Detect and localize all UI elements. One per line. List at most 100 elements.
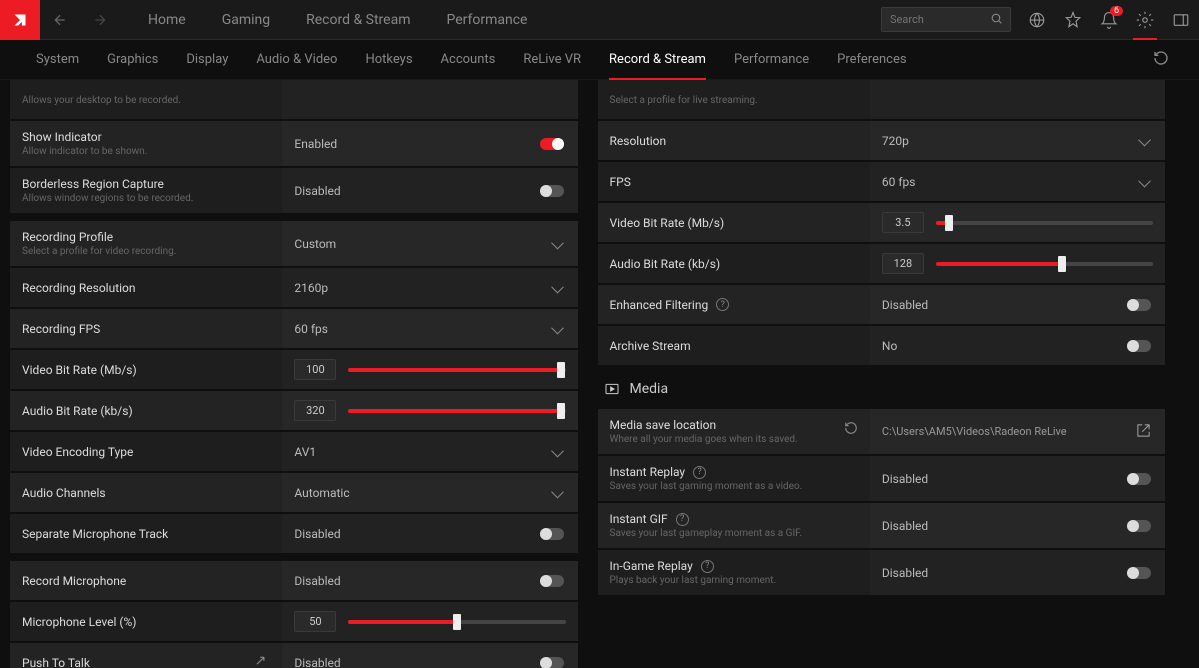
slider-stream-vbr[interactable] xyxy=(936,221,1153,225)
slider-stream-abr[interactable] xyxy=(936,262,1153,266)
row-instant-replay: Instant Replay? Saves your last gaming m… xyxy=(598,456,1166,501)
row-audio-channels: Audio Channels Automatic xyxy=(10,473,578,512)
back-button[interactable] xyxy=(40,0,80,40)
label-desc: Allow indicator to be shown. xyxy=(22,146,270,157)
tab-performance[interactable]: Performance xyxy=(720,40,823,80)
tab-relive-vr[interactable]: ReLive VR xyxy=(509,40,595,80)
tab-system[interactable]: System xyxy=(22,40,93,80)
web-icon[interactable] xyxy=(1019,0,1055,40)
toggle-borderless[interactable] xyxy=(540,185,564,197)
value-text: Disabled xyxy=(882,298,928,312)
toggle-instant-replay[interactable] xyxy=(1127,473,1151,485)
row-stream-profile-partial: Select a profile for live streaming. xyxy=(598,80,1166,119)
toggle-enhanced-filtering[interactable] xyxy=(1127,299,1151,311)
section-title: Media xyxy=(630,381,669,397)
toggle-record-mic[interactable] xyxy=(540,575,564,587)
row-mic-level: Microphone Level (%) xyxy=(10,602,578,641)
undo-icon[interactable] xyxy=(844,421,858,438)
reset-icon[interactable] xyxy=(1145,50,1177,69)
tab-preferences[interactable]: Preferences xyxy=(823,40,920,80)
top-nav: Home Gaming Record & Stream Performance xyxy=(132,0,543,40)
tab-audio-video[interactable]: Audio & Video xyxy=(242,40,351,80)
tab-record-stream[interactable]: Record & Stream xyxy=(595,40,720,80)
select-stream-fps[interactable]: 60 fps xyxy=(870,162,1165,201)
label-title: Audio Bit Rate (kb/s) xyxy=(22,404,270,418)
row-desktop-partial: Allows your desktop to be recorded. xyxy=(10,80,578,119)
topbar: Home Gaming Record & Stream Performance … xyxy=(0,0,1199,40)
label-title: In-Game Replay xyxy=(610,559,693,573)
label-desc: Select a profile for video recording. xyxy=(22,246,270,257)
slider-video-bitrate[interactable] xyxy=(348,368,565,372)
row-recording-profile: Recording Profile Select a profile for v… xyxy=(10,221,578,266)
select-encoding-type[interactable]: AV1 xyxy=(282,432,577,471)
tab-display[interactable]: Display xyxy=(172,40,242,80)
toggle-archive-stream[interactable] xyxy=(1127,340,1151,352)
favorites-icon[interactable] xyxy=(1055,0,1091,40)
help-icon[interactable]: ? xyxy=(716,298,729,311)
tab-graphics[interactable]: Graphics xyxy=(93,40,172,80)
row-archive-stream: Archive Stream No xyxy=(598,326,1166,365)
toggle-ptt[interactable] xyxy=(540,657,564,668)
amd-logo[interactable] xyxy=(0,0,40,40)
input-audio-bitrate[interactable] xyxy=(294,400,336,421)
value-text: Disabled xyxy=(294,184,340,198)
input-stream-abr[interactable] xyxy=(882,253,924,274)
toggle-show-indicator[interactable] xyxy=(540,138,564,150)
label-title: Recording Resolution xyxy=(22,281,270,295)
label-title: Separate Microphone Track xyxy=(22,527,270,541)
value-text: Disabled xyxy=(882,472,928,486)
forward-button[interactable] xyxy=(80,0,120,40)
input-video-bitrate[interactable] xyxy=(294,359,336,380)
input-stream-vbr[interactable] xyxy=(882,212,924,233)
search-icon[interactable] xyxy=(990,12,1003,28)
row-stream-fps: FPS 60 fps xyxy=(598,162,1166,201)
label-title: Show Indicator xyxy=(22,130,270,144)
nav-record-stream[interactable]: Record & Stream xyxy=(290,0,426,40)
sub-nav: System Graphics Display Audio & Video Ho… xyxy=(0,40,1199,80)
select-recording-profile[interactable]: Custom xyxy=(282,221,577,266)
select-audio-channels[interactable]: Automatic xyxy=(282,473,577,512)
tab-accounts[interactable]: Accounts xyxy=(427,40,510,80)
input-mic-level[interactable] xyxy=(294,611,336,632)
select-recording-fps[interactable]: 60 fps xyxy=(282,309,577,348)
select-stream-resolution[interactable]: 720p xyxy=(870,121,1165,160)
help-icon[interactable]: ? xyxy=(693,466,706,479)
nav-gaming[interactable]: Gaming xyxy=(206,0,286,40)
help-icon[interactable]: ? xyxy=(676,513,689,526)
section-media: Media xyxy=(598,367,1166,409)
label-title: Audio Bit Rate (kb/s) xyxy=(610,257,858,271)
help-icon[interactable]: ? xyxy=(701,560,714,573)
search-box xyxy=(881,7,1011,32)
row-separate-mic: Separate Microphone Track Disabled xyxy=(10,514,578,553)
slider-mic-level[interactable] xyxy=(348,620,565,624)
slider-audio-bitrate[interactable] xyxy=(348,409,565,413)
window-controls-icon[interactable] xyxy=(1163,0,1199,40)
label-title: Push To Talk xyxy=(22,656,90,668)
tab-hotkeys[interactable]: Hotkeys xyxy=(351,40,426,80)
nav-performance[interactable]: Performance xyxy=(430,0,543,40)
browse-folder-icon[interactable] xyxy=(1136,423,1151,441)
label-desc: Select a profile for live streaming. xyxy=(610,95,858,106)
share-icon[interactable]: ↗ xyxy=(255,653,267,668)
label-title: Recording Profile xyxy=(22,230,270,244)
value-text: No xyxy=(882,339,897,353)
settings-icon[interactable] xyxy=(1127,0,1163,40)
row-stream-vbr: Video Bit Rate (Mb/s) xyxy=(598,203,1166,242)
value-text: Disabled xyxy=(294,527,340,541)
notifications-icon[interactable]: 6 xyxy=(1091,0,1127,40)
toggle-ingame-replay[interactable] xyxy=(1127,567,1151,579)
nav-home[interactable]: Home xyxy=(132,0,202,40)
row-enhanced-filtering: Enhanced Filtering? Disabled xyxy=(598,285,1166,324)
label-title: FPS xyxy=(610,175,858,189)
row-record-mic: Record Microphone Disabled xyxy=(10,561,578,600)
row-recording-resolution: Recording Resolution 2160p xyxy=(10,268,578,307)
value-text: Disabled xyxy=(294,656,340,668)
toggle-instant-gif[interactable] xyxy=(1127,520,1151,532)
row-ingame-replay: In-Game Replay? Plays back your last gam… xyxy=(598,550,1166,595)
label-title: Recording FPS xyxy=(22,322,270,336)
row-recording-fps: Recording FPS 60 fps xyxy=(10,309,578,348)
row-media-save-location: Media save location Where all your media… xyxy=(598,409,1166,454)
label-title: Instant GIF xyxy=(610,512,668,526)
toggle-separate-mic[interactable] xyxy=(540,528,564,540)
select-recording-resolution[interactable]: 2160p xyxy=(282,268,577,307)
